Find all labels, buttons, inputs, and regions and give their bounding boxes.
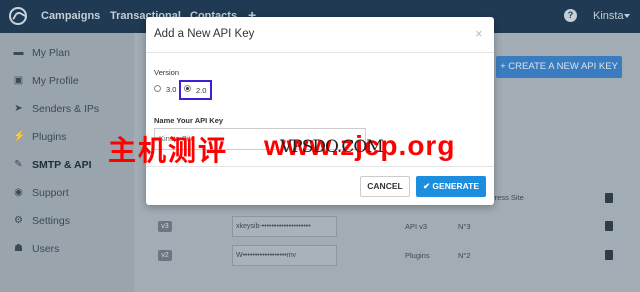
key-number: N°3 bbox=[458, 222, 471, 231]
sidebar-item-label: My Plan bbox=[32, 47, 70, 59]
trash-icon[interactable] bbox=[605, 193, 613, 203]
close-icon[interactable]: × bbox=[475, 26, 483, 41]
sidebar-item-label: Users bbox=[32, 243, 60, 255]
version-badge: v3 bbox=[158, 221, 172, 232]
key-number: N°2 bbox=[458, 251, 471, 260]
selection-highlight bbox=[179, 80, 212, 100]
table-row: v2 W••••••••••••••••••mv Plugins N°2 bbox=[134, 244, 624, 268]
plan-icon: ▬ bbox=[13, 47, 24, 58]
sidebar-item-label: Senders & IPs bbox=[32, 103, 100, 115]
api-key-field[interactable]: xkeysib-•••••••••••••••••••• bbox=[232, 216, 337, 237]
key-type: API v3 bbox=[405, 222, 428, 231]
divider bbox=[146, 52, 494, 53]
sidebar-item-users[interactable]: ☗ Users bbox=[0, 235, 134, 263]
name-label: Name Your API Key bbox=[154, 116, 224, 125]
support-icon: ◉ bbox=[14, 187, 23, 198]
nav-campaigns[interactable]: Campaigns bbox=[41, 10, 100, 22]
table-row: v3 xkeysib-•••••••••••••••••••• API v3 N… bbox=[134, 215, 624, 239]
create-api-key-button[interactable]: + CREATE A NEW API KEY bbox=[496, 56, 622, 78]
sidebar-item-label: Support bbox=[32, 187, 69, 199]
api-key-field[interactable]: W••••••••••••••••••mv bbox=[232, 245, 337, 266]
radio-label-3: 3.0 bbox=[166, 85, 177, 94]
watermark-overlay: VPSDO.COM bbox=[280, 137, 384, 157]
add-api-key-modal: Add a New API Key × Version 3.0 2.0 Name… bbox=[146, 17, 494, 205]
sidebar-item-settings[interactable]: ⚙ Settings bbox=[0, 207, 134, 235]
trash-icon[interactable] bbox=[605, 250, 613, 260]
watermark-chinese: 主机测评 bbox=[108, 135, 229, 166]
sidebar-item-support[interactable]: ◉ Support bbox=[0, 179, 134, 207]
key-type: Plugins bbox=[405, 251, 430, 260]
sidebar-item-senders-ips[interactable]: ➤ Senders & IPs bbox=[0, 95, 134, 123]
version-badge: v2 bbox=[158, 250, 172, 261]
plug-icon: ⚡ bbox=[13, 131, 26, 142]
sidebar-item-label: SMTP & API bbox=[32, 159, 92, 171]
sidebar-item-label: Settings bbox=[32, 215, 70, 227]
modal-title: Add a New API Key bbox=[154, 28, 255, 40]
sidebar-item-my-profile[interactable]: ▣ My Profile bbox=[0, 67, 134, 95]
gear-icon: ⚙ bbox=[14, 215, 23, 226]
sidebar-item-label: My Profile bbox=[32, 75, 79, 87]
profile-icon: ▣ bbox=[13, 75, 24, 86]
wrench-icon: ✎ bbox=[14, 159, 23, 170]
sidebar-item-label: Plugins bbox=[32, 131, 67, 143]
user-menu[interactable]: Kinsta bbox=[593, 10, 624, 22]
users-icon: ☗ bbox=[14, 243, 23, 254]
send-icon: ➤ bbox=[14, 103, 23, 114]
help-icon[interactable]: ? bbox=[564, 9, 577, 22]
trash-icon[interactable] bbox=[605, 221, 613, 231]
sidebar-item-my-plan[interactable]: ▬ My Plan bbox=[0, 39, 134, 67]
radio-version-3[interactable] bbox=[154, 85, 161, 92]
sendinblue-logo-icon[interactable] bbox=[9, 7, 27, 25]
generate-button[interactable]: ✔ GENERATE bbox=[416, 176, 486, 197]
version-label: Version bbox=[154, 68, 180, 77]
chevron-down-icon[interactable] bbox=[624, 14, 630, 18]
cancel-button[interactable]: CANCEL bbox=[360, 176, 410, 197]
